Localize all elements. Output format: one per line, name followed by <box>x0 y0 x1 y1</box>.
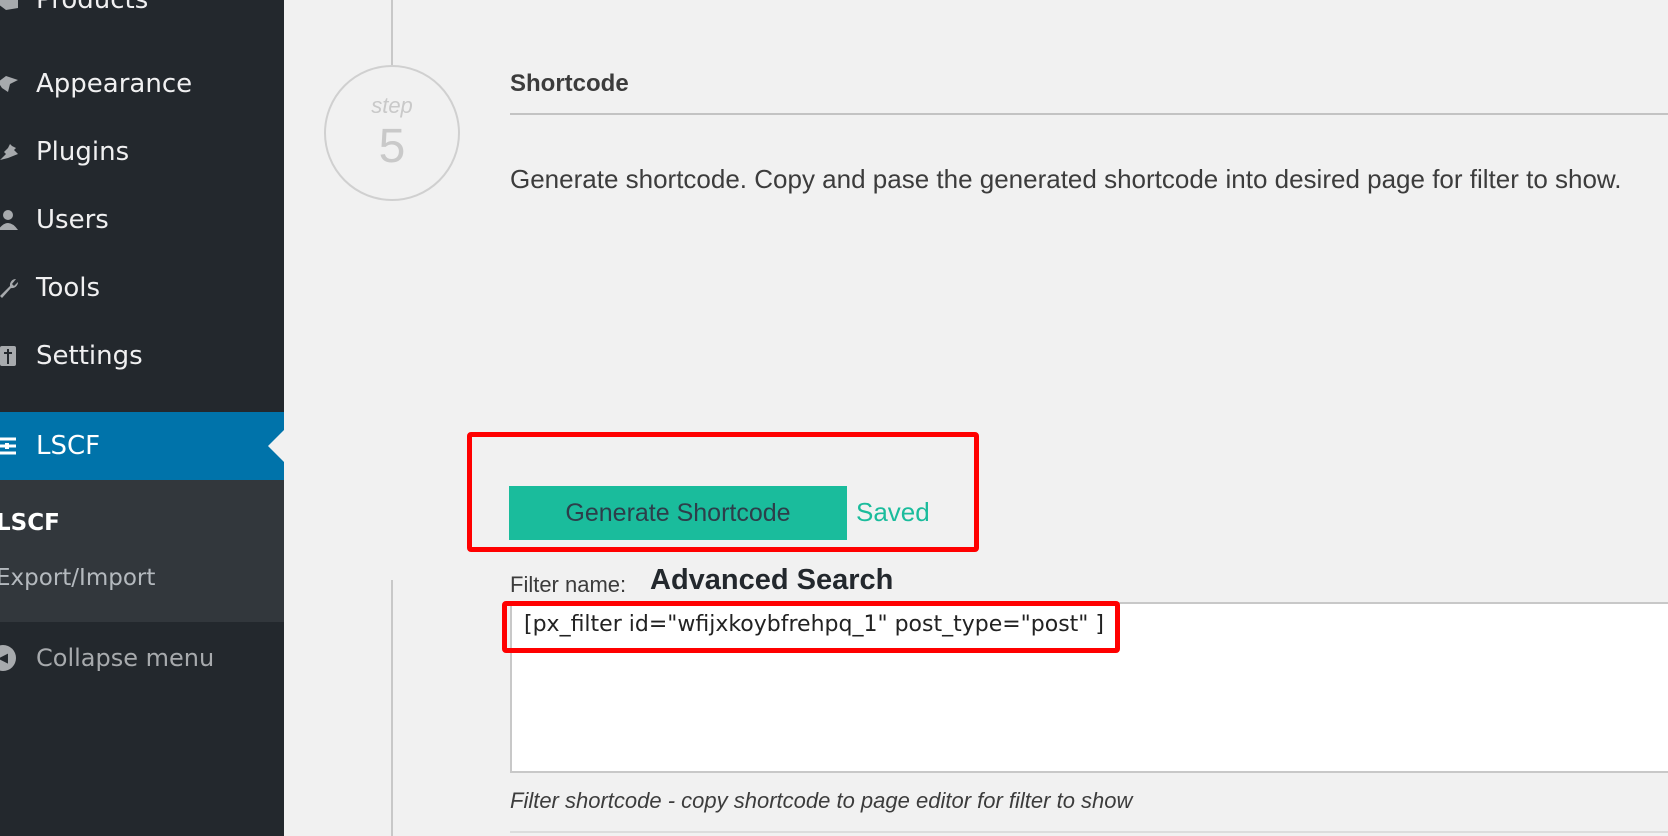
sidebar-item-lscf[interactable]: LSCF <box>0 412 284 480</box>
step-connector-line <box>391 580 393 836</box>
section-description: Generate shortcode. Copy and pase the ge… <box>510 164 1622 194</box>
section-title: Shortcode <box>510 70 629 97</box>
sidebar-item-label: Products <box>36 0 149 15</box>
sidebar-item-label: LSCF <box>36 431 101 461</box>
filter-sliders-icon <box>0 432 22 460</box>
user-icon <box>0 206 22 234</box>
paintbrush-icon <box>0 70 22 98</box>
sidebar-item-products[interactable]: Products <box>0 0 284 34</box>
sidebar-item-label: Plugins <box>36 137 130 167</box>
admin-sidebar: Products Appearance Plugins Users Tools … <box>0 0 284 836</box>
lscf-submenu: LSCF Export/Import <box>0 480 284 622</box>
sidebar-item-plugins[interactable]: Plugins <box>0 118 284 186</box>
step-word: step <box>371 93 413 118</box>
sidebar-item-label: Tools <box>36 273 101 303</box>
step-badge: step 5 <box>324 65 460 201</box>
title-divider <box>510 113 1668 115</box>
step-connector-line <box>391 0 393 65</box>
sidebar-item-label: Settings <box>36 341 143 371</box>
sidebar-item-appearance[interactable]: Appearance <box>0 50 284 118</box>
shortcode-hint: Filter shortcode - copy shortcode to pag… <box>510 788 1133 813</box>
sidebar-item-settings[interactable]: Settings <box>0 322 284 390</box>
submenu-item-lscf[interactable]: LSCF <box>0 510 60 536</box>
collapse-arrow-icon: ◀ <box>0 645 16 671</box>
bottom-divider <box>510 831 1668 833</box>
submenu-item-export-import[interactable]: Export/Import <box>0 565 155 591</box>
active-indicator <box>268 430 284 462</box>
collapse-menu-button[interactable]: ◀ Collapse menu <box>0 636 284 680</box>
filter-name-label: Filter name: <box>510 572 627 597</box>
collapse-menu-label: Collapse menu <box>36 644 215 672</box>
step-number: 5 <box>378 120 406 173</box>
settings-icon <box>0 342 22 370</box>
products-icon <box>0 0 22 14</box>
sidebar-item-users[interactable]: Users <box>0 186 284 254</box>
sidebar-item-label: Users <box>36 205 109 235</box>
filter-name-value: Advanced Search <box>650 564 894 596</box>
sidebar-item-tools[interactable]: Tools <box>0 254 284 322</box>
saved-status: Saved <box>856 497 930 527</box>
shortcode-textarea[interactable]: [px_filter id="wfijxkoybfrehpq_1" post_t… <box>510 602 1668 773</box>
generate-shortcode-button[interactable]: Generate Shortcode <box>509 486 847 540</box>
sidebar-item-label: Appearance <box>36 69 193 99</box>
plug-icon <box>0 138 22 166</box>
wrench-icon <box>0 274 22 302</box>
